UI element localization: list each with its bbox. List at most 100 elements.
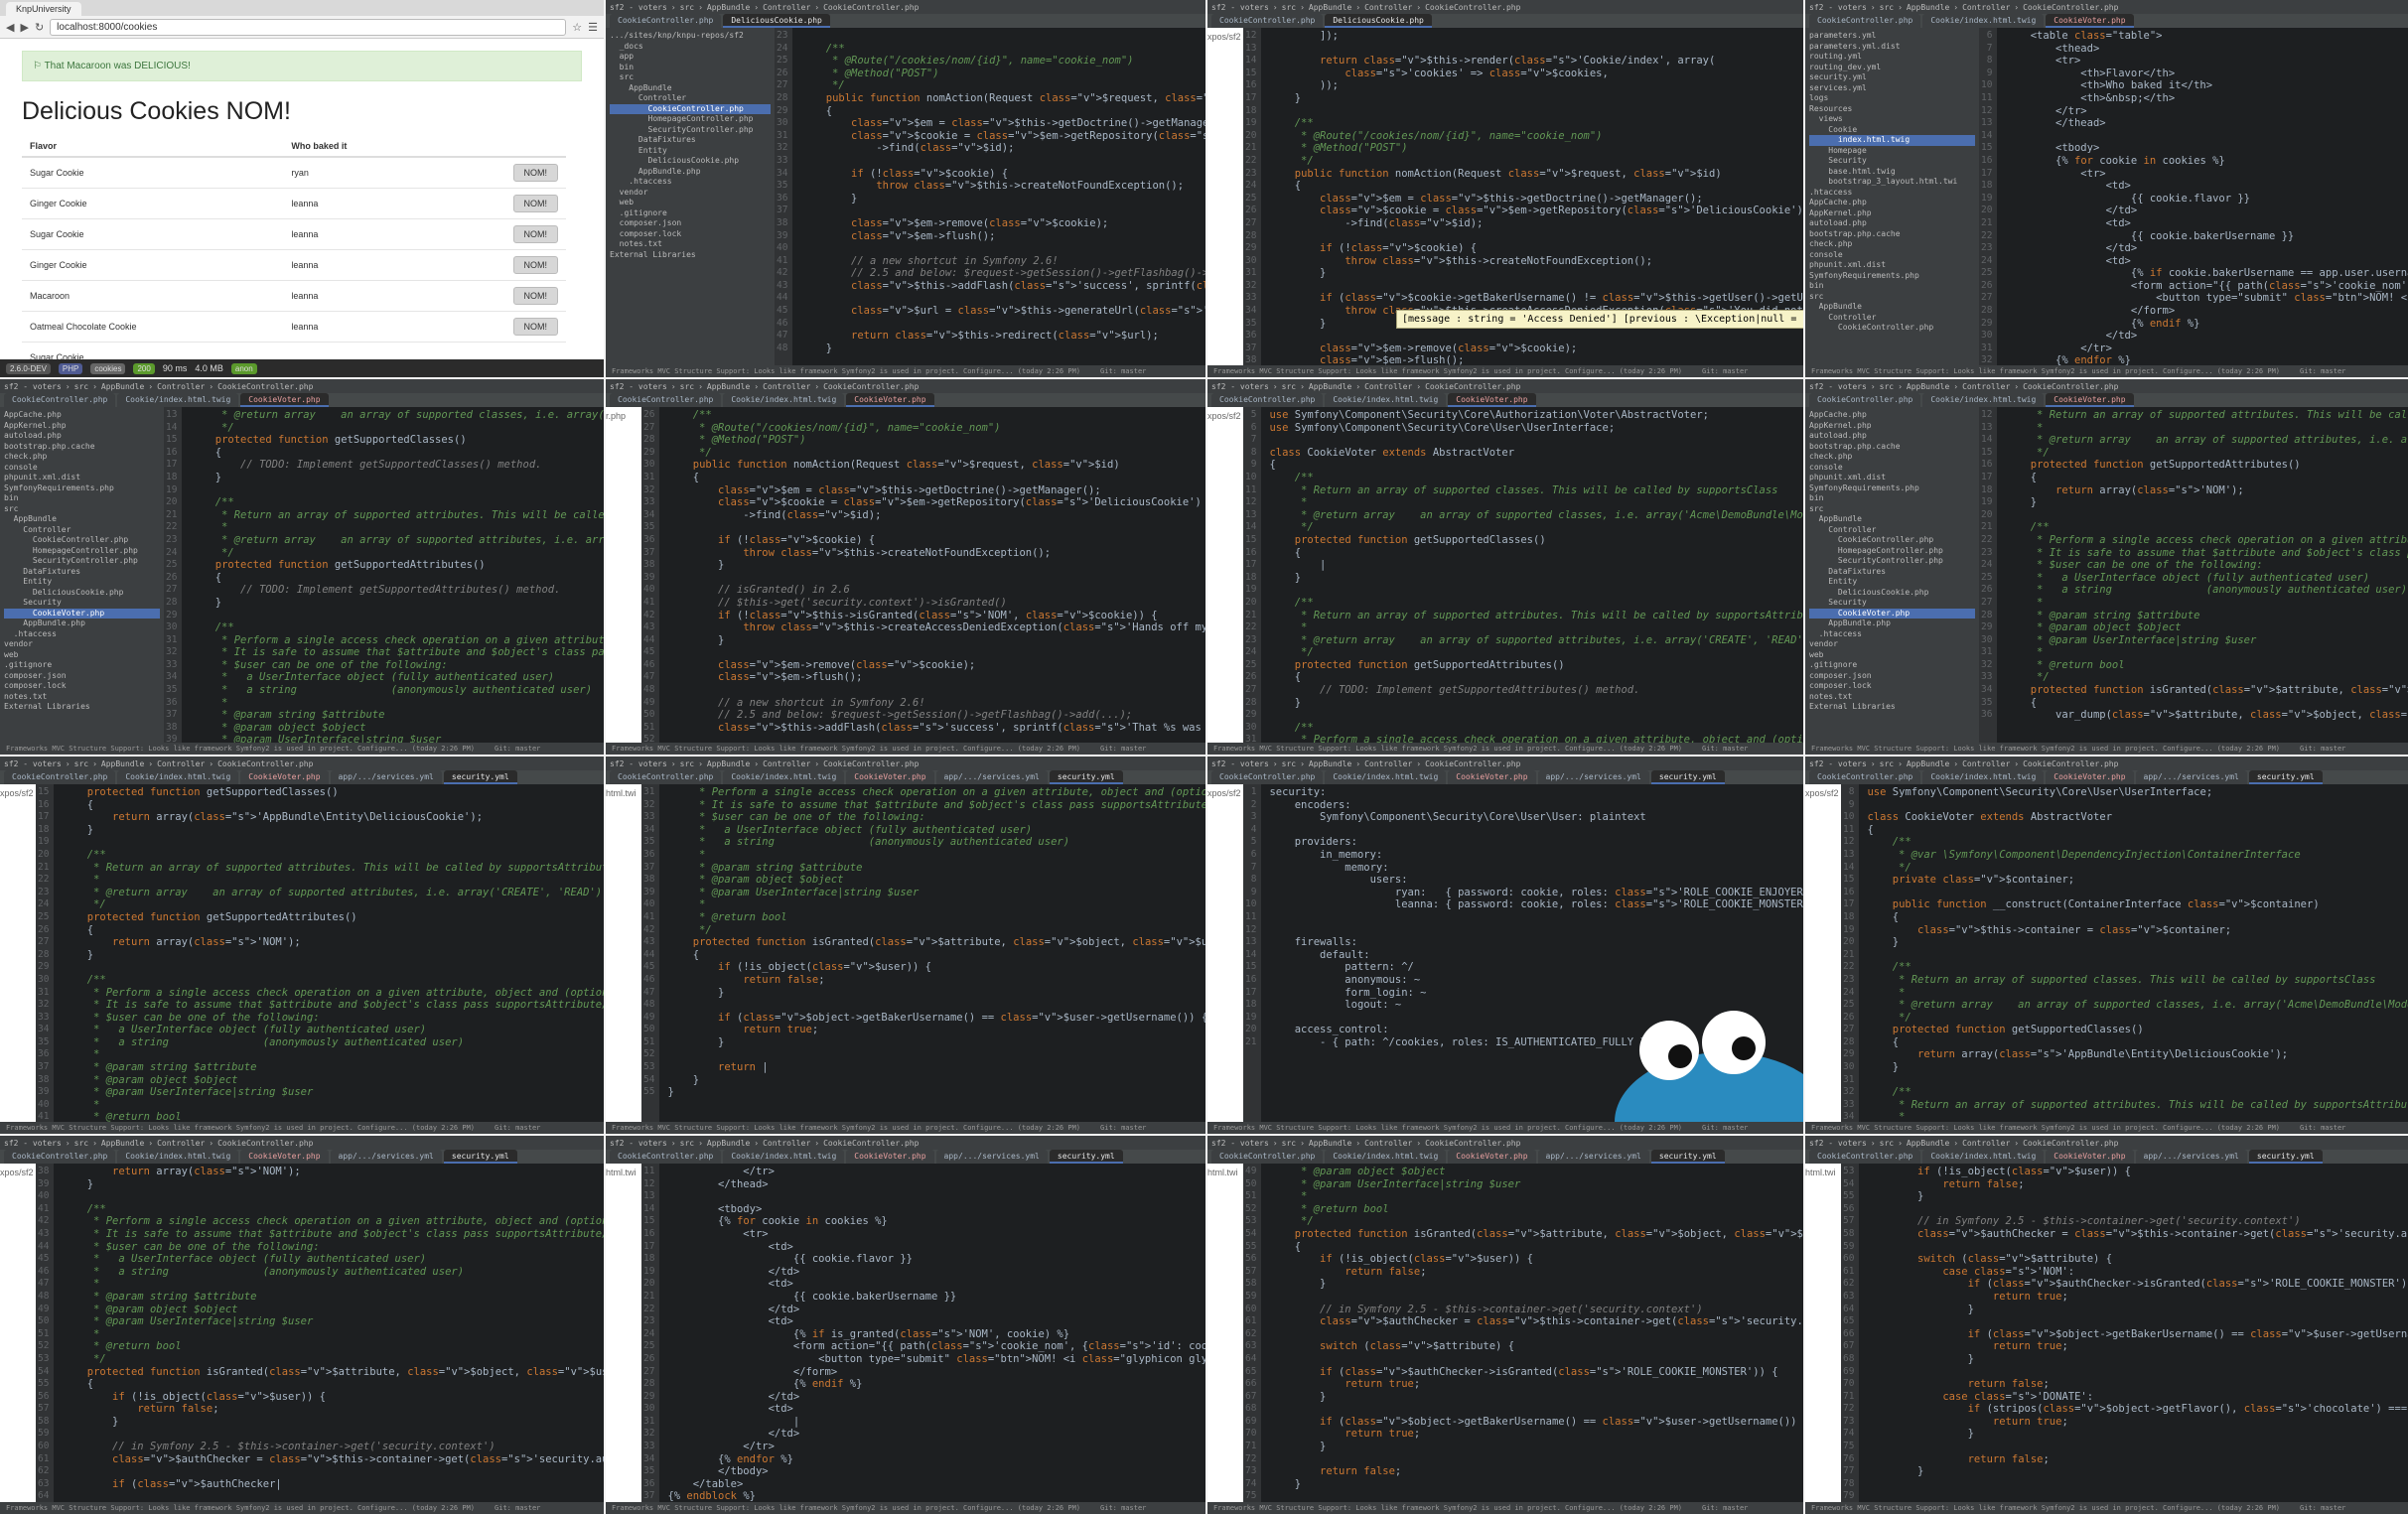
- nom-button[interactable]: NOM!: [512, 256, 558, 274]
- breadcrumb-item[interactable]: Controller: [157, 759, 205, 768]
- breadcrumb-item[interactable]: AppBundle: [1907, 382, 1949, 391]
- nom-button[interactable]: NOM!: [512, 225, 558, 243]
- tree-item[interactable]: CookieVoter.php: [1809, 608, 1975, 619]
- tree-item[interactable]: AppBundle.php: [610, 167, 771, 178]
- editor-tab[interactable]: app/.../services.yml: [1537, 770, 1649, 784]
- breadcrumb-item[interactable]: src: [74, 1139, 88, 1148]
- project-name[interactable]: sf2 - voters: [4, 759, 62, 768]
- tree-item[interactable]: Cookie: [1809, 125, 1975, 136]
- breadcrumb-item[interactable]: AppBundle: [101, 1139, 144, 1148]
- breadcrumb-item[interactable]: src: [680, 1139, 694, 1148]
- tree-item[interactable]: External Libraries: [1809, 702, 1975, 713]
- editor-tab[interactable]: security.yml: [1650, 1150, 1725, 1164]
- breadcrumb-item[interactable]: CookieController.php: [1425, 759, 1520, 768]
- editor-tab[interactable]: CookieVoter.php: [2046, 393, 2134, 407]
- editor-tab[interactable]: CookieController.php: [1809, 393, 1921, 407]
- breadcrumb-item[interactable]: AppBundle: [1309, 382, 1351, 391]
- tree-item[interactable]: web: [610, 198, 771, 208]
- tree-item[interactable]: vendor: [4, 639, 160, 650]
- editor-tab[interactable]: CookieVoter.php: [2046, 14, 2134, 28]
- tree-item[interactable]: src: [1809, 292, 1975, 303]
- project-name[interactable]: sf2 - voters: [1211, 1139, 1269, 1148]
- project-name[interactable]: sf2 - voters: [4, 1139, 62, 1148]
- editor-tab[interactable]: CookieController.php: [1211, 770, 1324, 784]
- tree-item[interactable]: check.php: [4, 452, 160, 463]
- tree-item[interactable]: .htaccess: [1809, 188, 1975, 199]
- editor-tab[interactable]: CookieVoter.php: [240, 1150, 329, 1164]
- tree-item[interactable]: _docs: [610, 42, 771, 53]
- tree-item[interactable]: composer.lock: [1809, 681, 1975, 692]
- nom-button[interactable]: NOM!: [512, 287, 558, 305]
- project-name[interactable]: sf2 - voters: [4, 382, 62, 391]
- editor-tab[interactable]: security.yml: [2248, 770, 2323, 784]
- breadcrumb-item[interactable]: src: [74, 382, 88, 391]
- tree-item[interactable]: AppKernel.php: [4, 421, 160, 432]
- tree-item[interactable]: AppBundle: [1809, 302, 1975, 313]
- tree-item[interactable]: vendor: [610, 188, 771, 199]
- tree-item[interactable]: DeliciousCookie.php: [4, 588, 160, 599]
- tree-item[interactable]: .htaccess: [4, 629, 160, 640]
- tree-item[interactable]: CookieController.php: [4, 535, 160, 546]
- code-editor[interactable]: <table class="table"> <thead> <tr> <th>F…: [1997, 28, 2408, 365]
- tree-item[interactable]: src: [4, 504, 160, 515]
- code-editor[interactable]: use Symfony\Component\Security\Core\Auth…: [1261, 407, 1803, 743]
- tree-item[interactable]: .gitignore: [1809, 660, 1975, 671]
- editor-tab[interactable]: Cookie/index.html.twig: [1325, 770, 1447, 784]
- editor-tab[interactable]: CookieVoter.php: [1448, 1150, 1536, 1164]
- tree-item[interactable]: composer.lock: [4, 681, 160, 692]
- editor-tab[interactable]: Cookie/index.html.twig: [1325, 393, 1447, 407]
- breadcrumb-item[interactable]: AppBundle: [101, 382, 144, 391]
- menu-icon[interactable]: ☰: [588, 21, 598, 34]
- breadcrumb-item[interactable]: CookieController.php: [2023, 382, 2118, 391]
- editor-tab[interactable]: app/.../services.yml: [2135, 770, 2247, 784]
- nom-button[interactable]: NOM!: [512, 195, 558, 212]
- editor-tab[interactable]: CookieController.php: [4, 1150, 116, 1164]
- breadcrumb-item[interactable]: AppBundle: [1907, 1139, 1949, 1148]
- breadcrumb-item[interactable]: src: [1880, 759, 1894, 768]
- editor-tab[interactable]: CookieController.php: [610, 393, 722, 407]
- editor-tab[interactable]: Cookie/index.html.twig: [1922, 1150, 2045, 1164]
- editor-tab[interactable]: CookieVoter.php: [2046, 770, 2134, 784]
- git-branch[interactable]: Git: master: [2300, 1504, 2345, 1512]
- tree-item[interactable]: AppKernel.php: [1809, 421, 1975, 432]
- tree-item[interactable]: console: [1809, 463, 1975, 474]
- breadcrumb-item[interactable]: Controller: [763, 3, 810, 12]
- editor-tab[interactable]: CookieVoter.php: [846, 1150, 934, 1164]
- code-editor[interactable]: * Return an array of supported attribute…: [1997, 407, 2408, 743]
- breadcrumb-item[interactable]: src: [1282, 1139, 1296, 1148]
- tree-item[interactable]: HomepageController.php: [4, 546, 160, 557]
- reload-icon[interactable]: ↻: [35, 21, 44, 34]
- tree-item[interactable]: composer.json: [1809, 671, 1975, 682]
- editor-tab[interactable]: CookieController.php: [1211, 393, 1324, 407]
- editor-tab[interactable]: Cookie/index.html.twig: [1922, 393, 2045, 407]
- editor-tab[interactable]: security.yml: [443, 770, 517, 784]
- breadcrumb-item[interactable]: AppBundle: [707, 1139, 750, 1148]
- user-badge[interactable]: anon: [230, 362, 257, 374]
- tree-item[interactable]: bin: [1809, 281, 1975, 292]
- tree-item[interactable]: composer.lock: [610, 229, 771, 240]
- editor-tab[interactable]: CookieController.php: [4, 393, 116, 407]
- project-name[interactable]: sf2 - voters: [610, 3, 667, 12]
- breadcrumb-item[interactable]: Controller: [1364, 1139, 1412, 1148]
- breadcrumb-item[interactable]: CookieController.php: [823, 3, 919, 12]
- breadcrumb-item[interactable]: AppBundle: [1907, 759, 1949, 768]
- tree-item[interactable]: routing.yml: [1809, 52, 1975, 63]
- status-code-badge[interactable]: 200: [133, 362, 155, 374]
- breadcrumb-item[interactable]: AppBundle: [707, 382, 750, 391]
- php-badge[interactable]: PHP: [58, 362, 83, 374]
- project-name[interactable]: sf2 - voters: [1809, 759, 1867, 768]
- tree-item[interactable]: bootstrap.php.cache: [1809, 229, 1975, 240]
- code-editor[interactable]: use Symfony\Component\Security\Core\User…: [1859, 784, 2408, 1122]
- breadcrumb-item[interactable]: AppBundle: [101, 759, 144, 768]
- breadcrumb-item[interactable]: CookieController.php: [1425, 382, 1520, 391]
- tree-item[interactable]: notes.txt: [610, 239, 771, 250]
- breadcrumb-item[interactable]: src: [74, 759, 88, 768]
- tree-item[interactable]: HomepageController.php: [610, 114, 771, 125]
- editor-tab[interactable]: CookieController.php: [1809, 1150, 1921, 1164]
- tree-item[interactable]: phpunit.xml.dist: [4, 473, 160, 483]
- tree-item[interactable]: Controller: [1809, 313, 1975, 324]
- breadcrumb-item[interactable]: src: [1880, 1139, 1894, 1148]
- tree-item[interactable]: bootstrap.php.cache: [4, 442, 160, 453]
- tree-item[interactable]: app: [610, 52, 771, 63]
- tree-item[interactable]: CookieVoter.php: [4, 608, 160, 619]
